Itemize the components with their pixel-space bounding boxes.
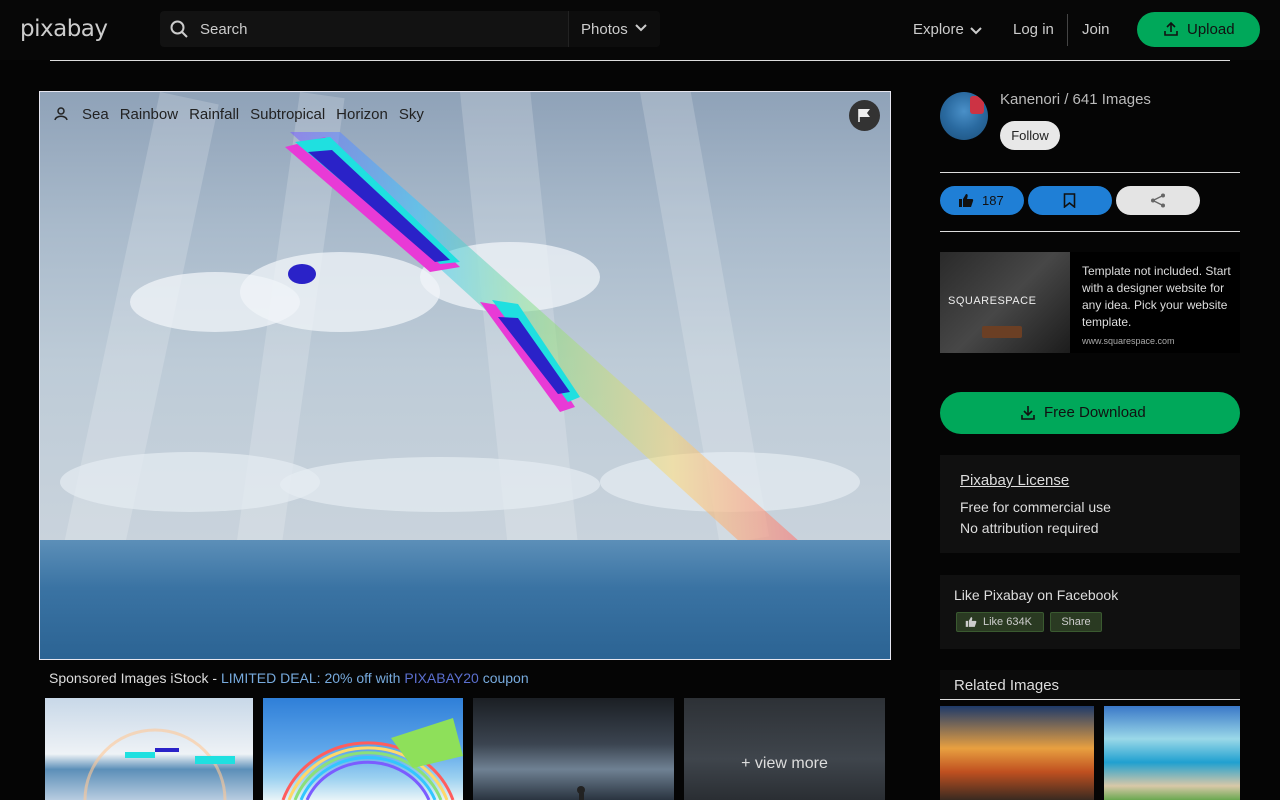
related-title: Related Images <box>954 677 1060 694</box>
nav-divider <box>1067 14 1068 46</box>
ad-brand: SQUARESPACE <box>948 295 1037 307</box>
sponsored-banner[interactable]: Sponsored Images iStock - LIMITED DEAL: … <box>49 670 529 686</box>
chevron-down-icon <box>635 24 647 32</box>
login-link[interactable]: Log in <box>1013 21 1054 38</box>
thumbs-up-icon <box>959 194 974 207</box>
sponsored-suffix[interactable]: coupon <box>479 670 529 686</box>
photo-tags: Sea Rainbow Rainfall Subtropical Horizon Sky <box>54 106 435 123</box>
tag-link[interactable]: Sea <box>82 106 109 123</box>
share-button[interactable] <box>1116 186 1200 215</box>
like-count: 187 <box>982 193 1004 208</box>
media-type-dropdown[interactable]: Photos <box>568 11 660 47</box>
person-icon[interactable] <box>54 107 68 121</box>
upload-icon <box>1164 21 1178 36</box>
sponsored-deal[interactable]: LIMITED DEAL: 20% off with <box>221 670 404 686</box>
coupon-code[interactable]: PIXABAY20 <box>404 670 478 686</box>
sponsored-thumbnail[interactable] <box>473 698 674 800</box>
follow-button[interactable]: Follow <box>1000 121 1060 150</box>
license-title[interactable]: Pixabay License <box>960 472 1069 489</box>
upload-button[interactable]: Upload <box>1137 12 1260 47</box>
tag-link[interactable]: Rainfall <box>189 106 239 123</box>
facebook-share-button[interactable]: Share <box>1050 612 1102 632</box>
save-button[interactable] <box>1028 186 1112 215</box>
facebook-like-label: Like 634K <box>983 616 1032 628</box>
main-photo[interactable]: Sea Rainbow Rainfall Subtropical Horizon Sky <box>39 91 891 660</box>
license-panel: Pixabay License Free for commercial use … <box>940 455 1240 553</box>
view-more-thumbnail[interactable]: + view more <box>684 698 885 800</box>
report-button[interactable] <box>849 100 880 131</box>
top-bar: pixabay Search Photos Explore Log in Joi… <box>0 0 1280 60</box>
share-icon <box>1151 193 1165 208</box>
license-line: No attribution required <box>960 520 1099 536</box>
join-link[interactable]: Join <box>1082 21 1110 38</box>
ad-text: Template not included. Start with a desi… <box>1082 264 1231 329</box>
download-button[interactable]: Free Download <box>940 392 1240 434</box>
tag-link[interactable]: Sky <box>399 106 424 123</box>
search-bar[interactable]: Search Photos <box>160 11 660 47</box>
sponsored-thumbnail[interactable] <box>263 698 463 800</box>
sponsored-prefix: Sponsored Images iStock - <box>49 670 221 686</box>
ad-image: SQUARESPACE <box>940 252 1070 353</box>
squarespace-ad[interactable]: SQUARESPACE Template not included. Start… <box>940 252 1240 353</box>
download-icon <box>1021 406 1035 420</box>
thumbnail-graphic <box>281 718 463 800</box>
bookmark-icon <box>1063 193 1076 208</box>
flag-icon <box>858 109 870 122</box>
tag-link[interactable]: Subtropical <box>250 106 325 123</box>
photo-sea <box>40 540 890 659</box>
thumbnail-graphic <box>577 786 585 800</box>
ad-link[interactable]: www.squarespace.com <box>1082 336 1175 346</box>
like-button[interactable]: 187 <box>940 186 1024 215</box>
upload-label: Upload <box>1187 21 1235 38</box>
sidebar-divider <box>940 172 1240 173</box>
media-type-label: Photos <box>581 21 628 38</box>
thumbnail-graphic <box>83 728 235 800</box>
header-divider <box>50 60 1230 61</box>
search-icon[interactable] <box>170 20 188 38</box>
explore-label: Explore <box>913 21 964 38</box>
view-more-link[interactable]: + view more <box>684 755 885 773</box>
related-images-header: Related Images <box>940 670 1240 700</box>
author-name[interactable]: Kanenori / 641 Images <box>1000 91 1151 108</box>
explore-menu[interactable]: Explore <box>913 21 982 38</box>
thumbs-up-icon <box>965 617 977 627</box>
author-avatar[interactable] <box>940 92 988 140</box>
related-image[interactable] <box>940 706 1094 800</box>
sponsored-thumbnail[interactable] <box>45 698 253 800</box>
chevron-down-icon <box>970 27 982 35</box>
facebook-like-button[interactable]: Like 634K <box>956 612 1044 632</box>
facebook-title: Like Pixabay on Facebook <box>954 587 1119 603</box>
search-input[interactable]: Search <box>200 21 248 38</box>
sidebar-divider <box>940 231 1240 232</box>
tag-link[interactable]: Rainbow <box>120 106 178 123</box>
download-label: Free Download <box>1044 404 1146 421</box>
pixabay-logo[interactable]: pixabay <box>20 16 108 42</box>
related-image[interactable] <box>1104 706 1240 800</box>
license-line: Free for commercial use <box>960 499 1111 515</box>
tag-link[interactable]: Horizon <box>336 106 388 123</box>
facebook-panel: Like Pixabay on Facebook Like 634K Share <box>940 575 1240 649</box>
